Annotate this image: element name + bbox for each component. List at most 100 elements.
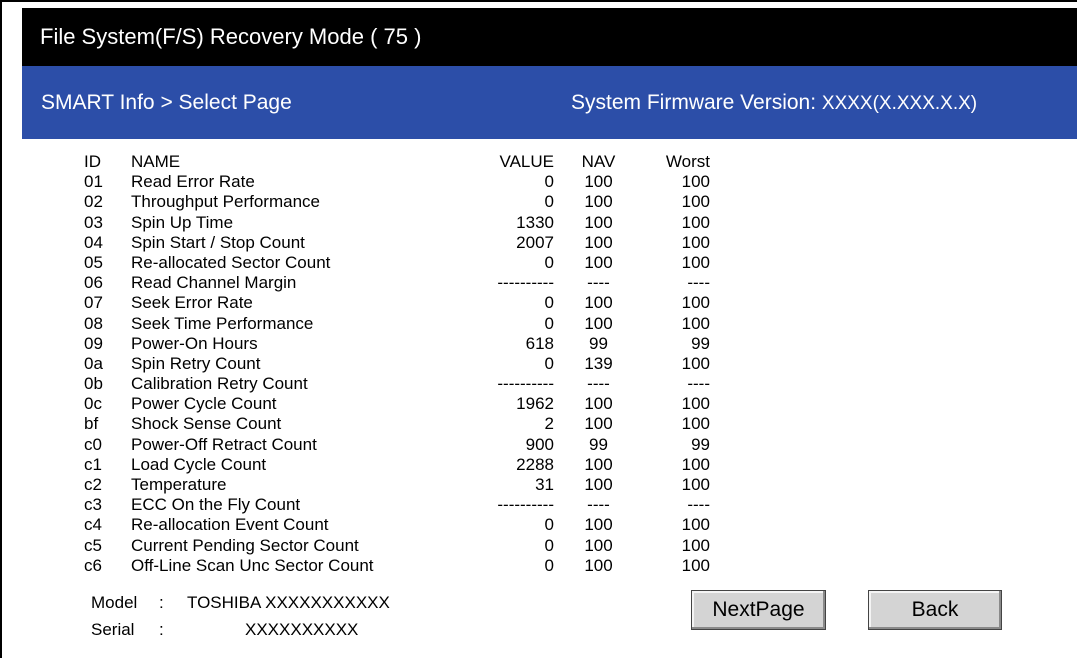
- cell-id: bf: [84, 414, 99, 434]
- cell-nav: 100: [584, 172, 613, 192]
- cell-worst: 100: [681, 293, 710, 313]
- cell-worst: 99: [691, 434, 710, 454]
- cell-value: ----------: [497, 374, 554, 394]
- cell-id: 08: [84, 313, 103, 333]
- cell-worst: 100: [681, 172, 710, 192]
- cell-name: Spin Up Time: [131, 212, 234, 232]
- firmware-version-info: System Firmware Version: XXXX(X.XXX.X.X): [571, 91, 977, 115]
- cell-worst: 100: [681, 535, 710, 555]
- cell-value: 2: [544, 414, 554, 434]
- cell-id: c1: [84, 454, 102, 474]
- cell-nav: 100: [584, 555, 613, 575]
- cell-value: ----------: [497, 273, 554, 293]
- title-bar: File System(F/S) Recovery Mode ( 75 ): [22, 8, 1077, 66]
- cell-name: Spin Start / Stop Count: [131, 232, 305, 252]
- cell-worst: 100: [681, 313, 710, 333]
- cell-name: Re-allocated Sector Count: [131, 252, 331, 272]
- cell-nav: 100: [584, 515, 613, 535]
- cell-name: Power Cycle Count: [131, 394, 277, 414]
- firmware-label: System Firmware Version:: [571, 91, 817, 114]
- cell-value: 2288: [516, 454, 554, 474]
- cell-value: 0: [544, 353, 554, 373]
- cell-id: c5: [84, 535, 102, 555]
- cell-value: 1962: [516, 394, 554, 414]
- cell-nav: ----: [587, 273, 610, 293]
- cell-nav: 100: [584, 293, 613, 313]
- model-separator: :: [159, 593, 164, 612]
- cell-name: Read Error Rate: [131, 172, 255, 192]
- recovery-window: File System(F/S) Recovery Mode ( 75 ) SM…: [0, 0, 1077, 658]
- cell-value: 0: [544, 293, 554, 313]
- cell-nav: 99: [589, 434, 608, 454]
- cell-id: c4: [84, 515, 102, 535]
- cell-value: 0: [544, 555, 554, 575]
- cell-worst: 99: [691, 333, 710, 353]
- window-title: File System(F/S) Recovery Mode ( 75 ): [40, 24, 422, 49]
- serial-label: Serial: [91, 620, 135, 639]
- back-button[interactable]: Back: [868, 590, 1002, 630]
- cell-value: 0: [544, 313, 554, 333]
- cell-value: ----------: [497, 495, 554, 515]
- cell-name: Load Cycle Count: [131, 454, 267, 474]
- cell-nav: ----: [587, 495, 610, 515]
- cell-value: 618: [525, 333, 554, 353]
- cell-id: c0: [84, 434, 102, 454]
- breadcrumb: SMART Info > Select Page: [41, 91, 292, 114]
- cell-value: 0: [544, 535, 554, 555]
- cell-value: 1330: [516, 212, 554, 232]
- cell-id: 06: [84, 273, 103, 293]
- column-header-name: NAME: [131, 152, 181, 171]
- column-header-value: VALUE: [499, 152, 555, 171]
- cell-id: 03: [84, 212, 103, 232]
- cell-nav: 100: [584, 252, 613, 272]
- serial-separator: :: [159, 620, 164, 639]
- column-header-worst: Worst: [665, 152, 710, 171]
- cell-id: c2: [84, 475, 102, 494]
- cell-worst: 100: [681, 232, 710, 252]
- cell-name: Seek Time Performance: [131, 313, 314, 333]
- cell-worst: 100: [681, 192, 710, 212]
- cell-nav: 100: [584, 475, 613, 494]
- cell-id: 07: [84, 293, 103, 313]
- next-page-button[interactable]: NextPage: [691, 590, 826, 630]
- cell-worst: 100: [681, 252, 710, 272]
- serial-value: XXXXXXXXXX: [245, 620, 359, 639]
- cell-name: Power-Off Retract Count: [131, 434, 317, 454]
- cell-worst: ----: [687, 374, 710, 394]
- cell-nav: 100: [584, 212, 613, 232]
- cell-id: c3: [84, 495, 102, 515]
- cell-value: 900: [525, 434, 554, 454]
- page-header: SMART Info > Select Page System Firmware…: [22, 66, 1077, 139]
- cell-worst: ----: [687, 273, 710, 293]
- firmware-version: XXXX(X.XXX.X.X): [821, 93, 978, 114]
- cell-name: Calibration Retry Count: [131, 374, 308, 394]
- cell-value: 0: [544, 252, 554, 272]
- model-value: TOSHIBA XXXXXXXXXXX: [187, 593, 390, 612]
- cell-worst: 100: [681, 212, 710, 232]
- cell-name: Re-allocation Event Count: [131, 515, 329, 535]
- cell-nav: 100: [584, 232, 613, 252]
- cell-worst: 100: [681, 555, 710, 575]
- cell-worst: 100: [681, 394, 710, 414]
- cell-id: 0b: [84, 374, 103, 394]
- cell-name: Spin Retry Count: [131, 353, 261, 373]
- cell-name: Current Pending Sector Count: [131, 535, 359, 555]
- cell-nav: 99: [589, 333, 608, 353]
- cell-id: 02: [84, 192, 103, 212]
- cell-id: 04: [84, 232, 103, 252]
- cell-id: c6: [84, 555, 102, 575]
- model-label: Model: [91, 593, 138, 612]
- cell-nav: 139: [584, 353, 613, 373]
- cell-value: 2007: [516, 232, 554, 252]
- cell-id: 05: [84, 252, 103, 272]
- cell-value: 31: [535, 475, 554, 494]
- cell-nav: 100: [584, 414, 613, 434]
- cell-id: 0a: [84, 353, 103, 373]
- cell-value: 0: [544, 515, 554, 535]
- column-header-nav: NAV: [581, 152, 616, 171]
- cell-id: 01: [84, 172, 103, 192]
- cell-worst: 100: [681, 475, 710, 494]
- cell-worst: 100: [681, 353, 710, 373]
- cell-nav: 100: [584, 394, 613, 414]
- cell-name: Shock Sense Count: [131, 414, 282, 434]
